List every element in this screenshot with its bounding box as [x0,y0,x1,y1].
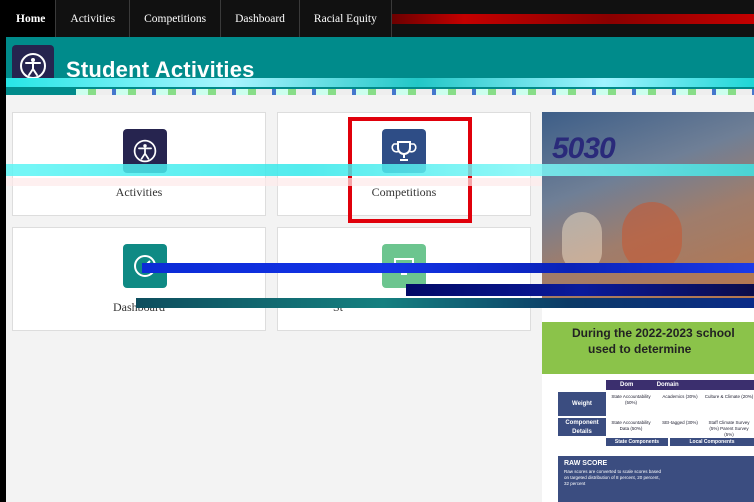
column-detail: State Accountability Data (50%) [611,420,651,431]
column-detail: SEI-tagged (30%) [662,420,698,425]
top-navigation: Home Activities Competitions Dashboard R… [6,0,754,37]
raw-score-description: Raw scores are converted to scale scores… [564,469,662,486]
nav-competitions[interactable]: Competitions [130,0,222,37]
tile-st[interactable]: St [277,227,531,331]
tile-label: Activities [115,185,163,199]
column-title: State Accountability (50%) [611,394,651,405]
page-header: Student Activities [6,37,754,95]
local-components-label: Local Components [670,438,754,446]
weight-row-label: Weight [558,392,606,416]
nav-home[interactable]: Home [6,0,57,37]
column-title: Culture & Climate (20%) [704,394,754,399]
nav-activities[interactable]: Activities [56,0,131,37]
info-band: During the 2022-2023 school used to dete… [542,322,754,374]
tile-label: St [332,300,343,314]
column-detail: Staff Climate Survey (5%) Parent Survey … [708,420,750,437]
browser-viewport: Home Activities Competitions Dashboard R… [6,0,754,502]
raw-score-title: RAW SCORE [564,460,608,467]
accessibility-icon [123,129,167,173]
info-panel: 5030 During the 2022-2023 school used to… [542,112,754,502]
trophy-icon [382,129,426,173]
nav-glitch-area [391,0,754,37]
dashboard-gauge-icon [123,244,167,288]
state-components-label: State Components [606,438,668,446]
photo-title: 5030 [552,132,616,165]
raw-score-box: RAW SCORE Raw scores are converted to sc… [558,456,754,502]
band-line2: used to determine [588,342,692,356]
nav-racial-equity[interactable]: Racial Equity [300,0,392,37]
nav-dashboard[interactable]: Dashboard [221,0,300,37]
component-row-label: Component Details [558,418,606,436]
glitch-strip [76,89,754,95]
band-line1: During the 2022-2023 school [572,326,735,340]
tile-competitions[interactable]: Competitions [277,112,531,216]
glitch-strip [6,79,754,85]
tile-activities[interactable]: Activities [12,112,266,216]
column-title: Academics (30%) [662,394,698,399]
students-photo: 5030 [542,112,754,302]
monitor-icon [382,244,426,288]
table-header: Dom Domain [606,380,754,390]
tile-label: Competitions [371,185,437,199]
tile-dashboard[interactable]: Dashboard [12,227,266,331]
